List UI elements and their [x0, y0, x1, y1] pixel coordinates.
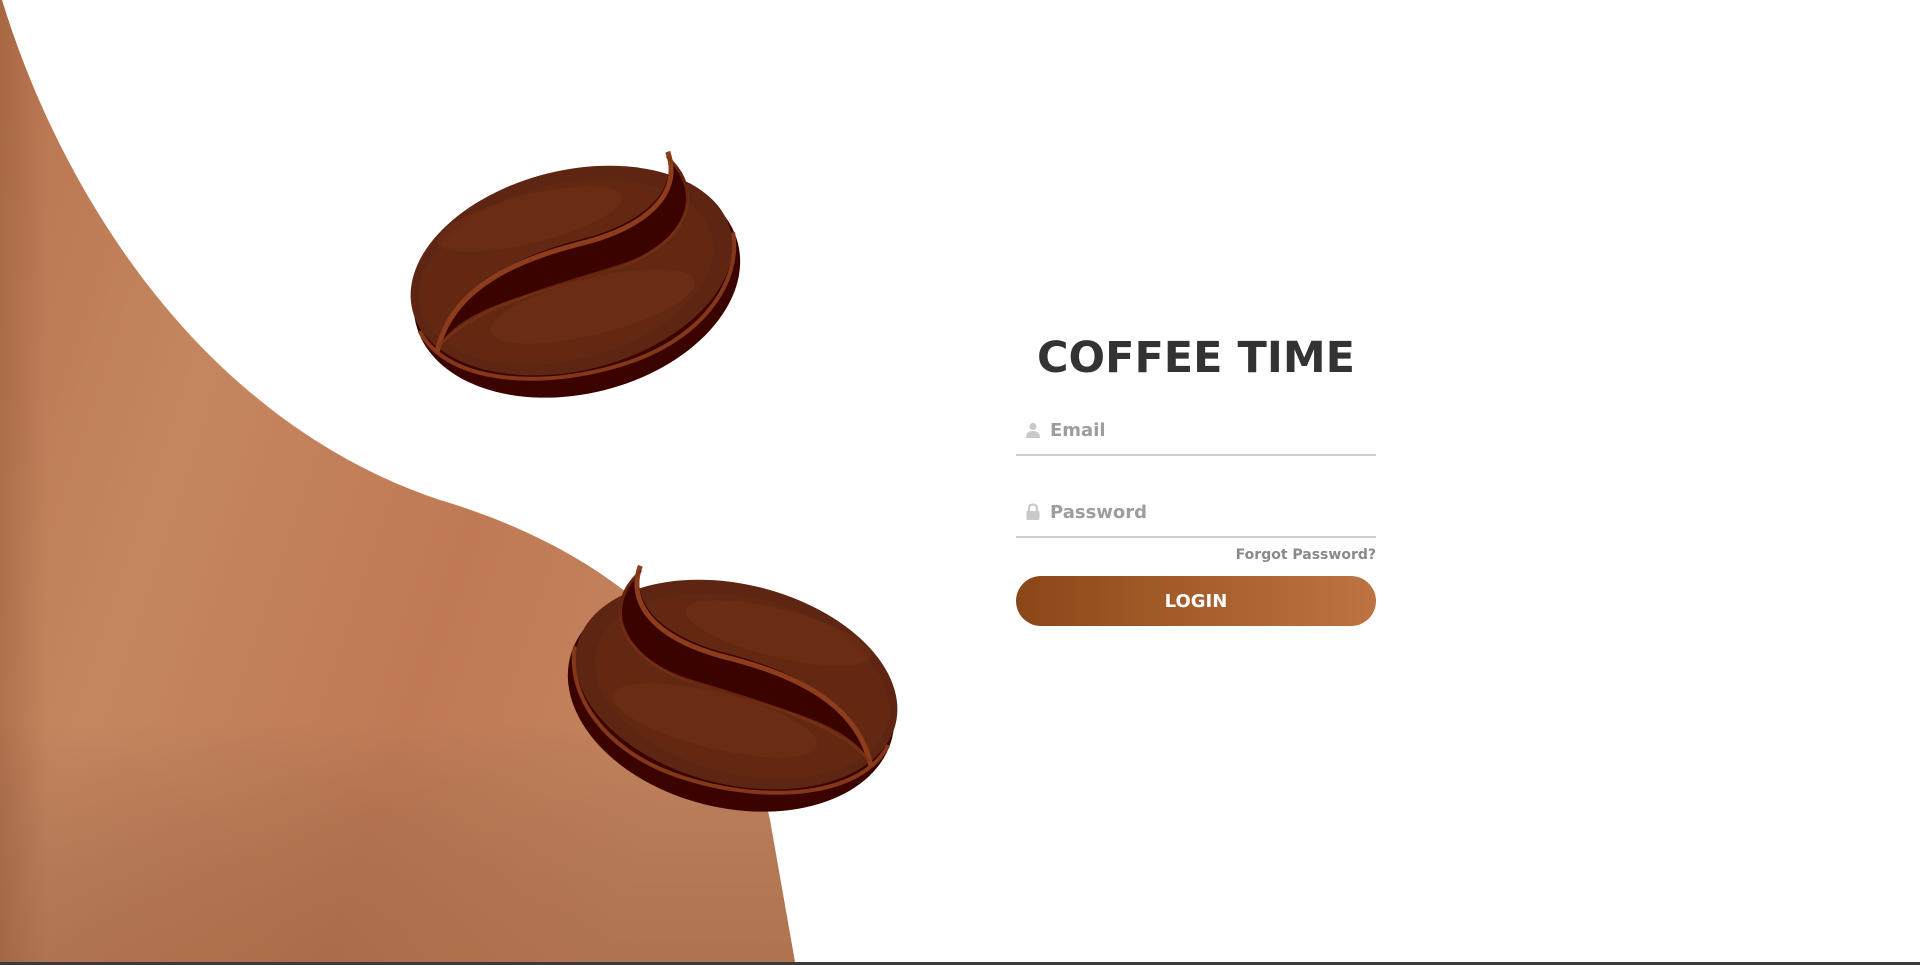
forgot-row: Forgot Password?	[1016, 544, 1376, 566]
page-title: COFFEE TIME	[1036, 333, 1356, 383]
lock-icon	[1016, 503, 1050, 521]
login-form: COFFEE TIME Forgot Password? LOGIN	[1016, 330, 1376, 626]
background-decoration	[0, 0, 898, 962]
login-button[interactable]: LOGIN	[1016, 576, 1376, 626]
password-input[interactable]	[1050, 492, 1360, 532]
coffee-bean-top-icon	[410, 150, 741, 398]
email-input[interactable]	[1050, 410, 1360, 450]
login-page: COFFEE TIME Forgot Password? LOGIN	[0, 0, 1920, 965]
user-icon	[1016, 422, 1050, 438]
forgot-password-link[interactable]: Forgot Password?	[1236, 547, 1376, 563]
email-field	[1016, 406, 1376, 456]
password-field	[1016, 488, 1376, 538]
